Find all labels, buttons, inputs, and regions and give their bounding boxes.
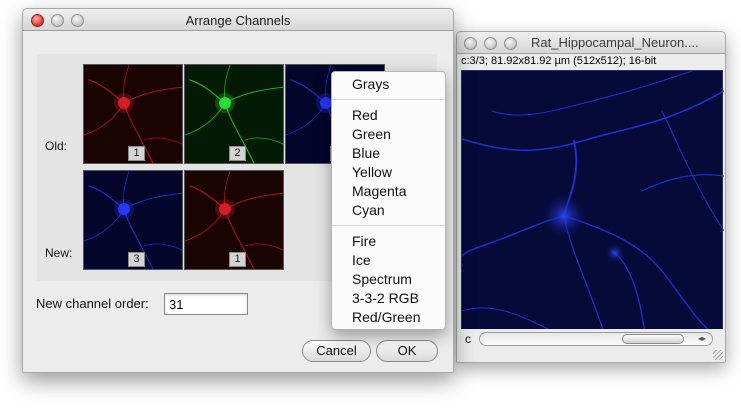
dialog-titlebar[interactable]: Arrange Channels	[23, 9, 453, 31]
new-channel-thumb[interactable]: 3	[83, 170, 183, 270]
menu-item-ice[interactable]: Ice	[332, 251, 445, 270]
old-row-label: Old:	[45, 139, 68, 153]
old-channel-thumb[interactable]: 2	[184, 64, 284, 164]
menu-item-fire[interactable]: Fire	[332, 232, 445, 251]
menu-item-grays[interactable]: Grays	[332, 75, 445, 94]
menu-item-red-green[interactable]: Red/Green	[332, 308, 445, 327]
cancel-button[interactable]: Cancel	[302, 340, 371, 362]
channel-slider-thumb[interactable]	[622, 334, 684, 344]
ok-button[interactable]: OK	[376, 340, 438, 362]
resize-grip-icon[interactable]	[713, 350, 723, 360]
menu-item-cyan[interactable]: Cyan	[332, 201, 445, 220]
slider-arrows-icon[interactable]: ◂▸	[698, 333, 706, 345]
menu-separator	[332, 225, 445, 226]
image-info-bar: c:3/3; 81.92x81.92 µm (512x512); 16-bit	[461, 55, 657, 67]
old-channel-thumb[interactable]: 1	[83, 64, 183, 164]
minimize-window-icon[interactable]	[484, 37, 497, 50]
menu-item-3-3-2-rgb[interactable]: 3-3-2 RGB	[332, 289, 445, 308]
menu-item-magenta[interactable]: Magenta	[332, 182, 445, 201]
menu-item-red[interactable]: Red	[332, 106, 445, 125]
channel-slider[interactable]: ◂▸	[479, 332, 713, 346]
neuron-image-canvas[interactable]	[459, 70, 725, 358]
channel-slider-label: c	[465, 332, 471, 346]
image-scroll-area: c ◂▸	[457, 329, 725, 362]
channel-number-badge: 1	[229, 252, 246, 267]
channel-order-input[interactable]	[164, 293, 248, 315]
menu-item-green[interactable]: Green	[332, 125, 445, 144]
channel-number-badge: 1	[128, 146, 145, 161]
lut-popup-menu: Grays Red Green Blue Yellow Magenta Cyan Fire Ic…	[331, 71, 446, 330]
new-row-label: New:	[45, 246, 73, 260]
channel-number-badge: 3	[128, 252, 145, 267]
image-window: Rat_Hippocampal_Neuron.... c:3/3; 81.92x…	[456, 31, 726, 363]
zoom-window-icon[interactable]	[504, 37, 517, 50]
close-window-icon[interactable]	[464, 37, 477, 50]
dialog-title: Arrange Channels	[185, 13, 291, 28]
channel-order-label: New channel order:	[36, 296, 149, 311]
menu-item-blue[interactable]: Blue	[332, 144, 445, 163]
new-channel-thumb[interactable]: 1	[184, 170, 284, 270]
menu-separator	[332, 99, 445, 100]
menu-item-yellow[interactable]: Yellow	[332, 163, 445, 182]
image-window-title: Rat_Hippocampal_Neuron....	[531, 35, 699, 50]
image-window-titlebar[interactable]: Rat_Hippocampal_Neuron....	[457, 32, 725, 54]
menu-item-spectrum[interactable]: Spectrum	[332, 270, 445, 289]
channel-number-badge: 2	[229, 146, 246, 161]
